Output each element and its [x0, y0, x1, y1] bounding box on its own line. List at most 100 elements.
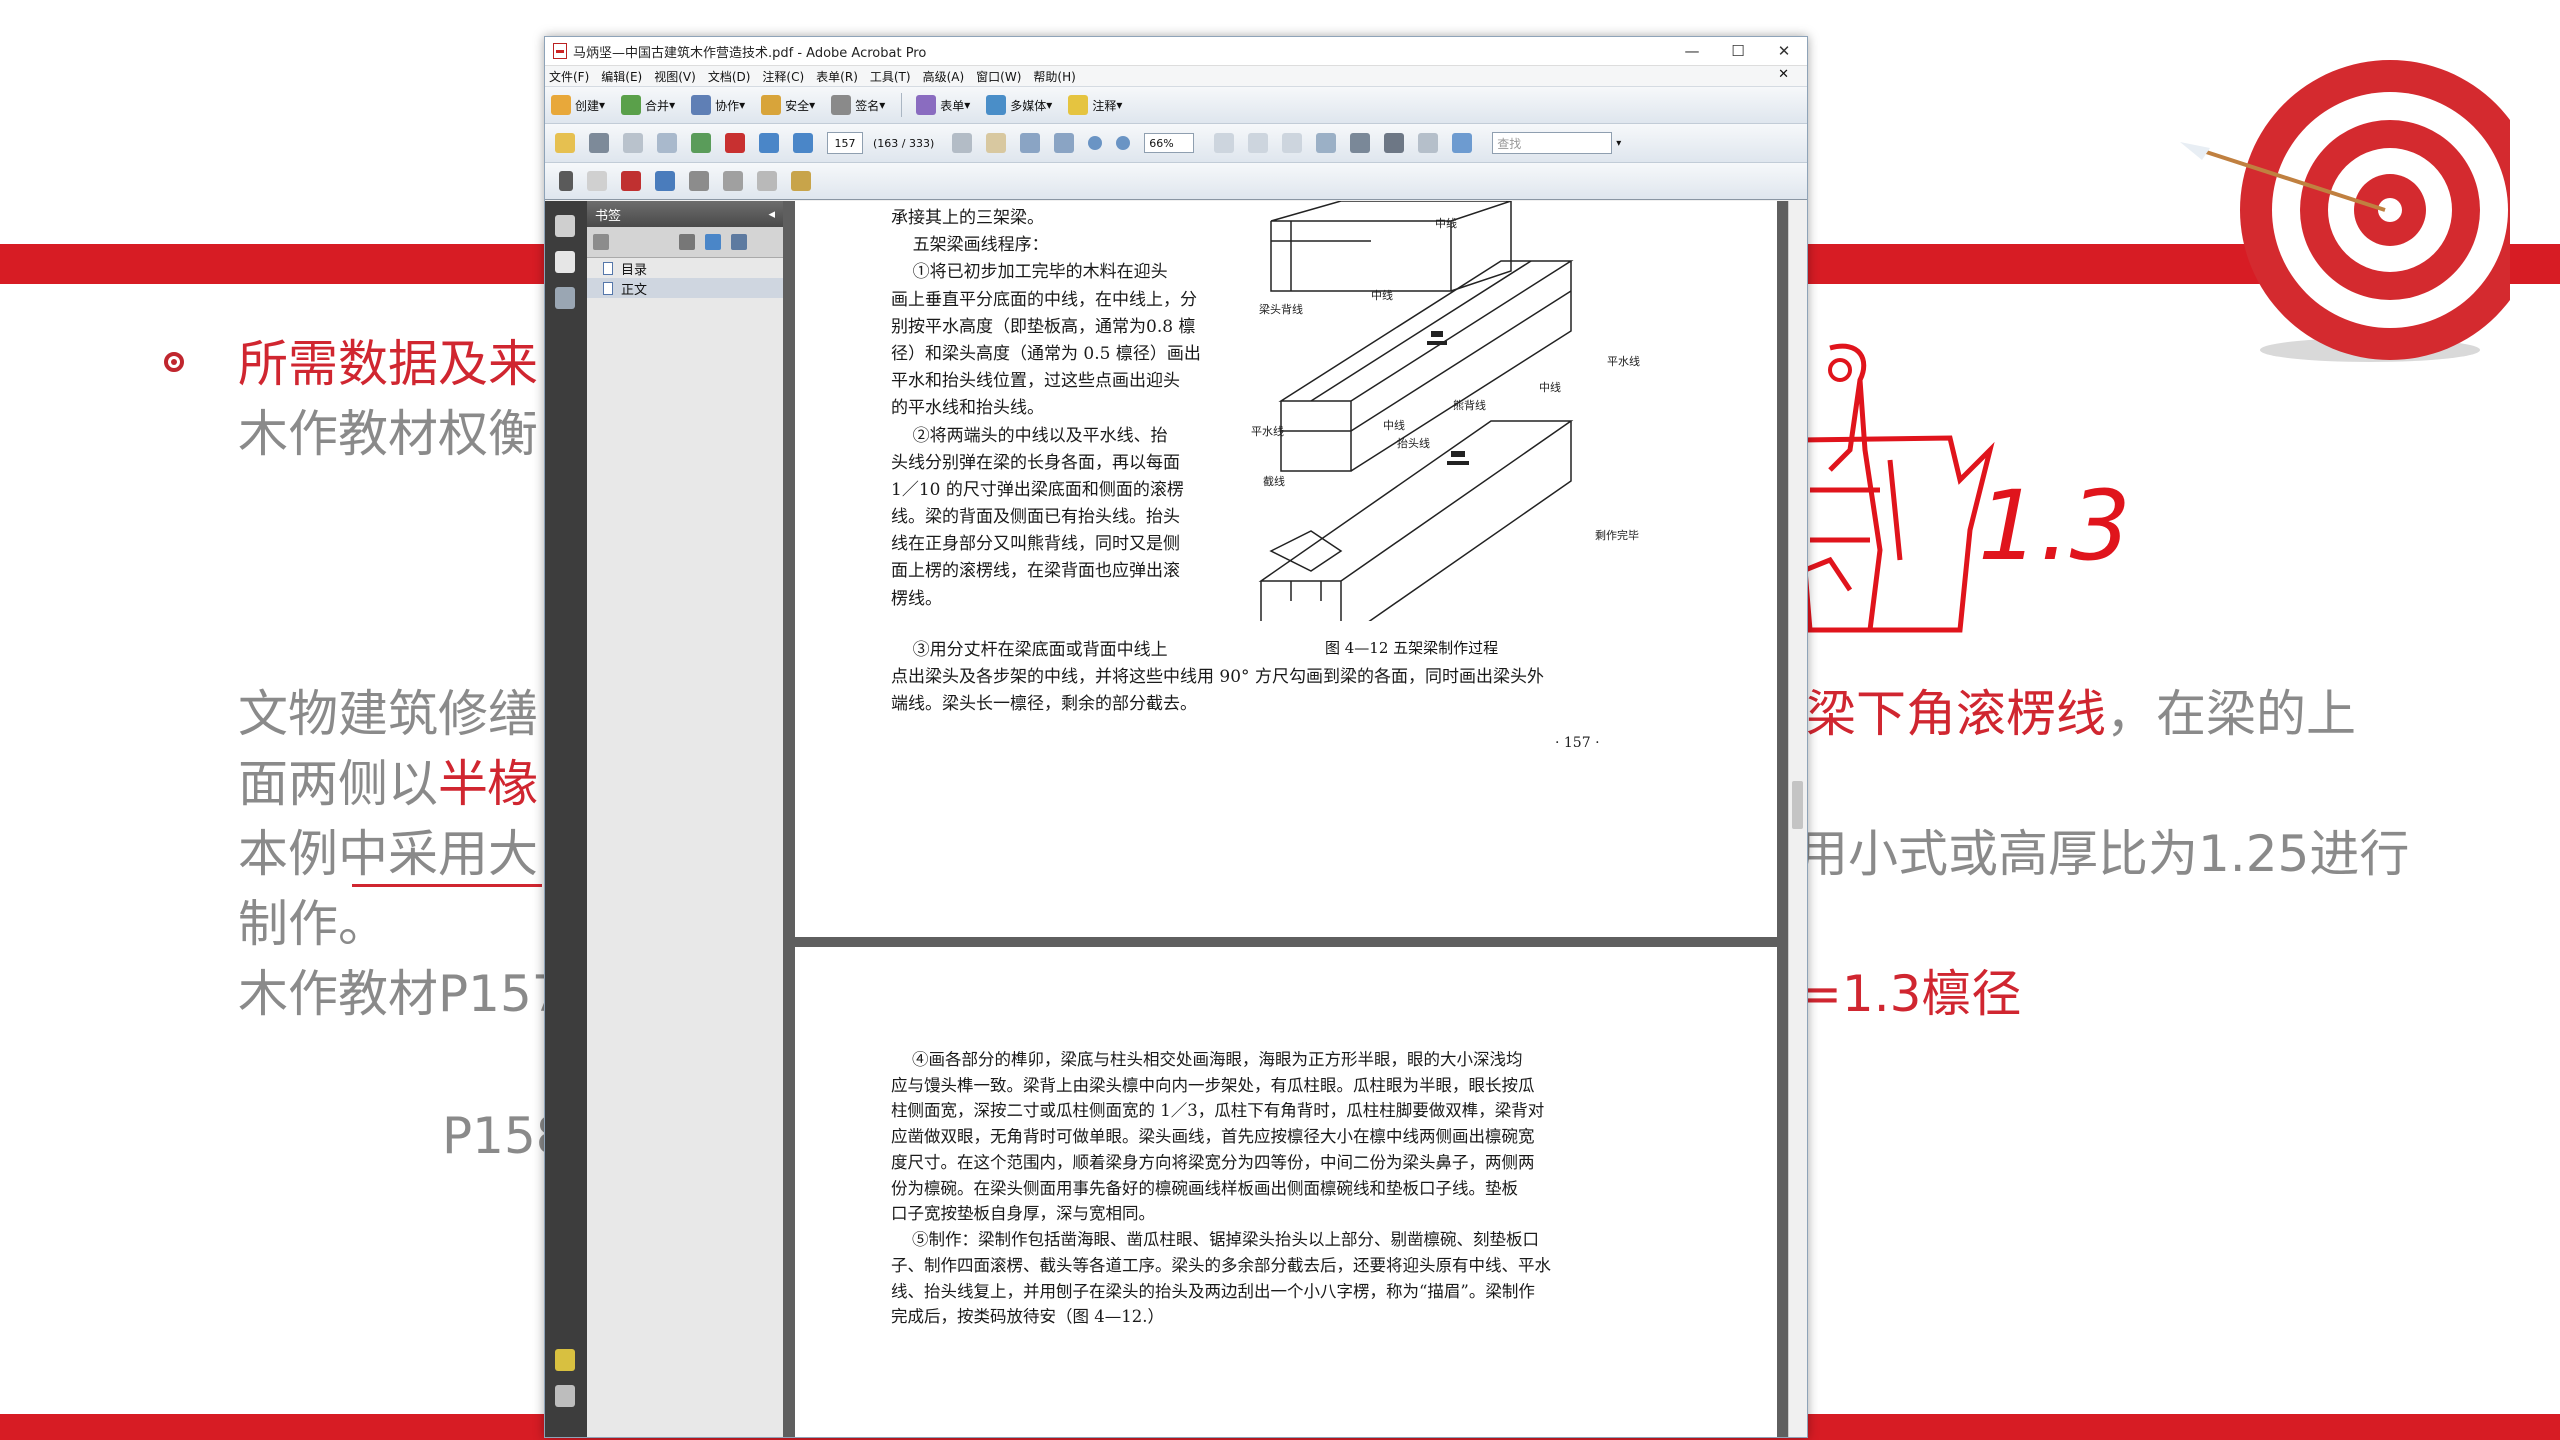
multimedia-button[interactable]: 多媒体 ▾ — [986, 95, 1052, 115]
open-folder-icon[interactable] — [555, 133, 575, 153]
bullet-marker — [164, 352, 184, 372]
zoom-in-icon[interactable] — [1116, 136, 1131, 150]
attachments-panel-icon[interactable] — [555, 1385, 575, 1407]
form-field-icon[interactable] — [621, 171, 641, 191]
comment-icon — [1068, 95, 1089, 115]
expand-bookmark-icon[interactable] — [731, 234, 747, 250]
search-input[interactable]: 查找 — [1492, 132, 1613, 154]
previous-page-icon[interactable] — [759, 133, 779, 153]
menu-tools[interactable]: 工具(T) — [870, 68, 911, 85]
forms-icon — [916, 95, 937, 115]
email-icon[interactable] — [657, 133, 677, 153]
snapshot-icon[interactable] — [1384, 133, 1405, 153]
share-icon[interactable] — [691, 133, 711, 153]
touchup-icon[interactable] — [655, 171, 675, 191]
menu-forms[interactable]: 表单(R) — [816, 68, 858, 85]
scrollbar-thumb[interactable] — [1792, 781, 1803, 829]
text-box-icon[interactable] — [757, 171, 777, 191]
fit-page-icon[interactable] — [1248, 133, 1269, 153]
select-object-icon[interactable] — [559, 171, 573, 191]
pen-sign-icon — [831, 95, 852, 115]
collaborate-icon — [691, 95, 712, 115]
comments-panel-icon[interactable] — [555, 1349, 575, 1371]
hand-tool-icon[interactable] — [986, 133, 1007, 153]
figure-label: 平水线 — [1607, 355, 1640, 368]
forms-button[interactable]: 表单 ▾ — [916, 95, 970, 115]
document-close-icon[interactable]: ✕ — [1778, 67, 1789, 82]
navigation-toolbar: 157 (163 / 333) 66% 查找 ▾ — [545, 124, 1807, 163]
menu-comments[interactable]: 注释(C) — [762, 68, 804, 85]
menu-document[interactable]: 文档(D) — [708, 68, 751, 85]
slide-line-3-left: 面两侧以半椽 — [238, 755, 538, 813]
collaborate-button[interactable]: 协作 ▾ — [691, 95, 745, 115]
bookmarks-panel-icon[interactable] — [555, 251, 575, 273]
sign-button[interactable]: 签名 ▾ — [831, 95, 885, 115]
delete-bookmark-icon[interactable] — [679, 234, 695, 250]
search-dropdown-icon[interactable]: ▾ — [1616, 138, 1621, 149]
bookmark-item-toc[interactable]: 目录 — [587, 258, 783, 278]
create-pdf-icon — [551, 95, 571, 115]
multimedia-icon — [986, 95, 1007, 115]
print-icon[interactable] — [589, 133, 609, 153]
crop-icon[interactable] — [723, 171, 743, 191]
minimize-button[interactable]: — — [1669, 37, 1715, 65]
figure-label: 中线 — [1383, 419, 1405, 432]
pages-panel-icon[interactable] — [555, 215, 575, 237]
save-icon[interactable] — [623, 133, 643, 153]
bookmark-page-icon — [603, 261, 613, 275]
figure-label: 截线 — [1263, 475, 1285, 488]
target-dart-icon — [2180, 60, 2510, 362]
stamp-icon[interactable] — [1350, 133, 1371, 153]
slide-line-6-right: =1.3檩径 — [1800, 965, 2022, 1023]
page-total-label: (163 / 333) — [873, 136, 935, 150]
maximize-button[interactable]: ☐ — [1715, 37, 1761, 65]
figure-label: 中线 — [1371, 289, 1393, 302]
menu-advanced[interactable]: 高级(A) — [923, 68, 965, 85]
full-screen-icon[interactable] — [1452, 133, 1473, 153]
bookmarks-panel: 书签 ◂ 目录 正文 — [587, 201, 784, 1437]
figure-label: 抬头线 — [1397, 437, 1430, 450]
combine-button[interactable]: 合并 ▾ — [621, 95, 675, 115]
page1-text-block: 承接其上的三架梁。 五架梁画线程序： ①将已初步加工完毕的木料在迎头 画上垂直平分… — [891, 208, 1201, 609]
menu-window[interactable]: 窗口(W) — [976, 68, 1021, 85]
actual-size-icon[interactable] — [1214, 133, 1235, 153]
pen-annotation-text: 1.3 — [1978, 470, 2131, 582]
combine-icon — [621, 95, 642, 115]
edit-toolbar — [545, 163, 1807, 200]
menu-help[interactable]: 帮助(H) — [1033, 68, 1075, 85]
acrobat-window[interactable]: 马炳坚—中国古建筑木作营造技术.pdf - Adobe Acrobat Pro … — [544, 36, 1808, 1438]
menu-edit[interactable]: 编辑(E) — [601, 68, 642, 85]
close-button[interactable]: ✕ — [1761, 37, 1807, 65]
fit-width-icon[interactable] — [1282, 133, 1303, 153]
comment-button[interactable]: 注释 ▾ — [1068, 95, 1122, 115]
slide-line-2-left: 文物建筑修缮 — [238, 685, 538, 743]
document-view[interactable]: 承接其上的三架梁。 五架梁画线程序： ①将已初步加工完毕的木料在迎头 画上垂直平分… — [783, 201, 1789, 1437]
new-bookmark-icon[interactable] — [705, 234, 721, 250]
link-tool-icon[interactable] — [689, 171, 709, 191]
signatures-panel-icon[interactable] — [555, 287, 575, 309]
select-text-icon[interactable] — [952, 133, 973, 153]
title-bar[interactable]: 马炳坚—中国古建筑木作营造技术.pdf - Adobe Acrobat Pro … — [545, 37, 1807, 66]
zoom-level-input[interactable]: 66% — [1144, 133, 1195, 153]
menu-file[interactable]: 文件(F) — [549, 68, 589, 85]
bookmark-item-main[interactable]: 正文 — [587, 278, 783, 298]
pdf-page-158: ④画各部分的榫卯，梁底与柱头相交处画海眼，海眼为正方形半眼，眼的大小深浅均 应与馒… — [795, 947, 1777, 1437]
figure-label: 中线 — [1539, 381, 1561, 394]
secure-button[interactable]: 安全 ▾ — [761, 95, 815, 115]
rotate-icon[interactable] — [1316, 133, 1337, 153]
toolbar-separator — [901, 93, 903, 117]
next-page-icon[interactable] — [793, 133, 813, 153]
pdf-export-icon[interactable] — [725, 133, 745, 153]
menu-view[interactable]: 视图(V) — [654, 68, 696, 85]
zoom-out-icon[interactable] — [1088, 136, 1103, 150]
marquee-zoom-icon[interactable] — [1020, 133, 1041, 153]
vertical-scrollbar[interactable] — [1788, 201, 1807, 1437]
options-icon[interactable] — [593, 234, 609, 250]
page-layout-icon[interactable] — [1418, 133, 1439, 153]
ok-button-icon[interactable] — [587, 171, 607, 191]
collapse-panel-icon[interactable]: ◂ — [768, 207, 775, 222]
edit-doc-icon[interactable] — [791, 171, 811, 191]
create-button[interactable]: 创建 ▾ — [551, 95, 605, 115]
dynamic-zoom-icon[interactable] — [1054, 133, 1075, 153]
page-number-input[interactable]: 157 — [827, 132, 863, 154]
